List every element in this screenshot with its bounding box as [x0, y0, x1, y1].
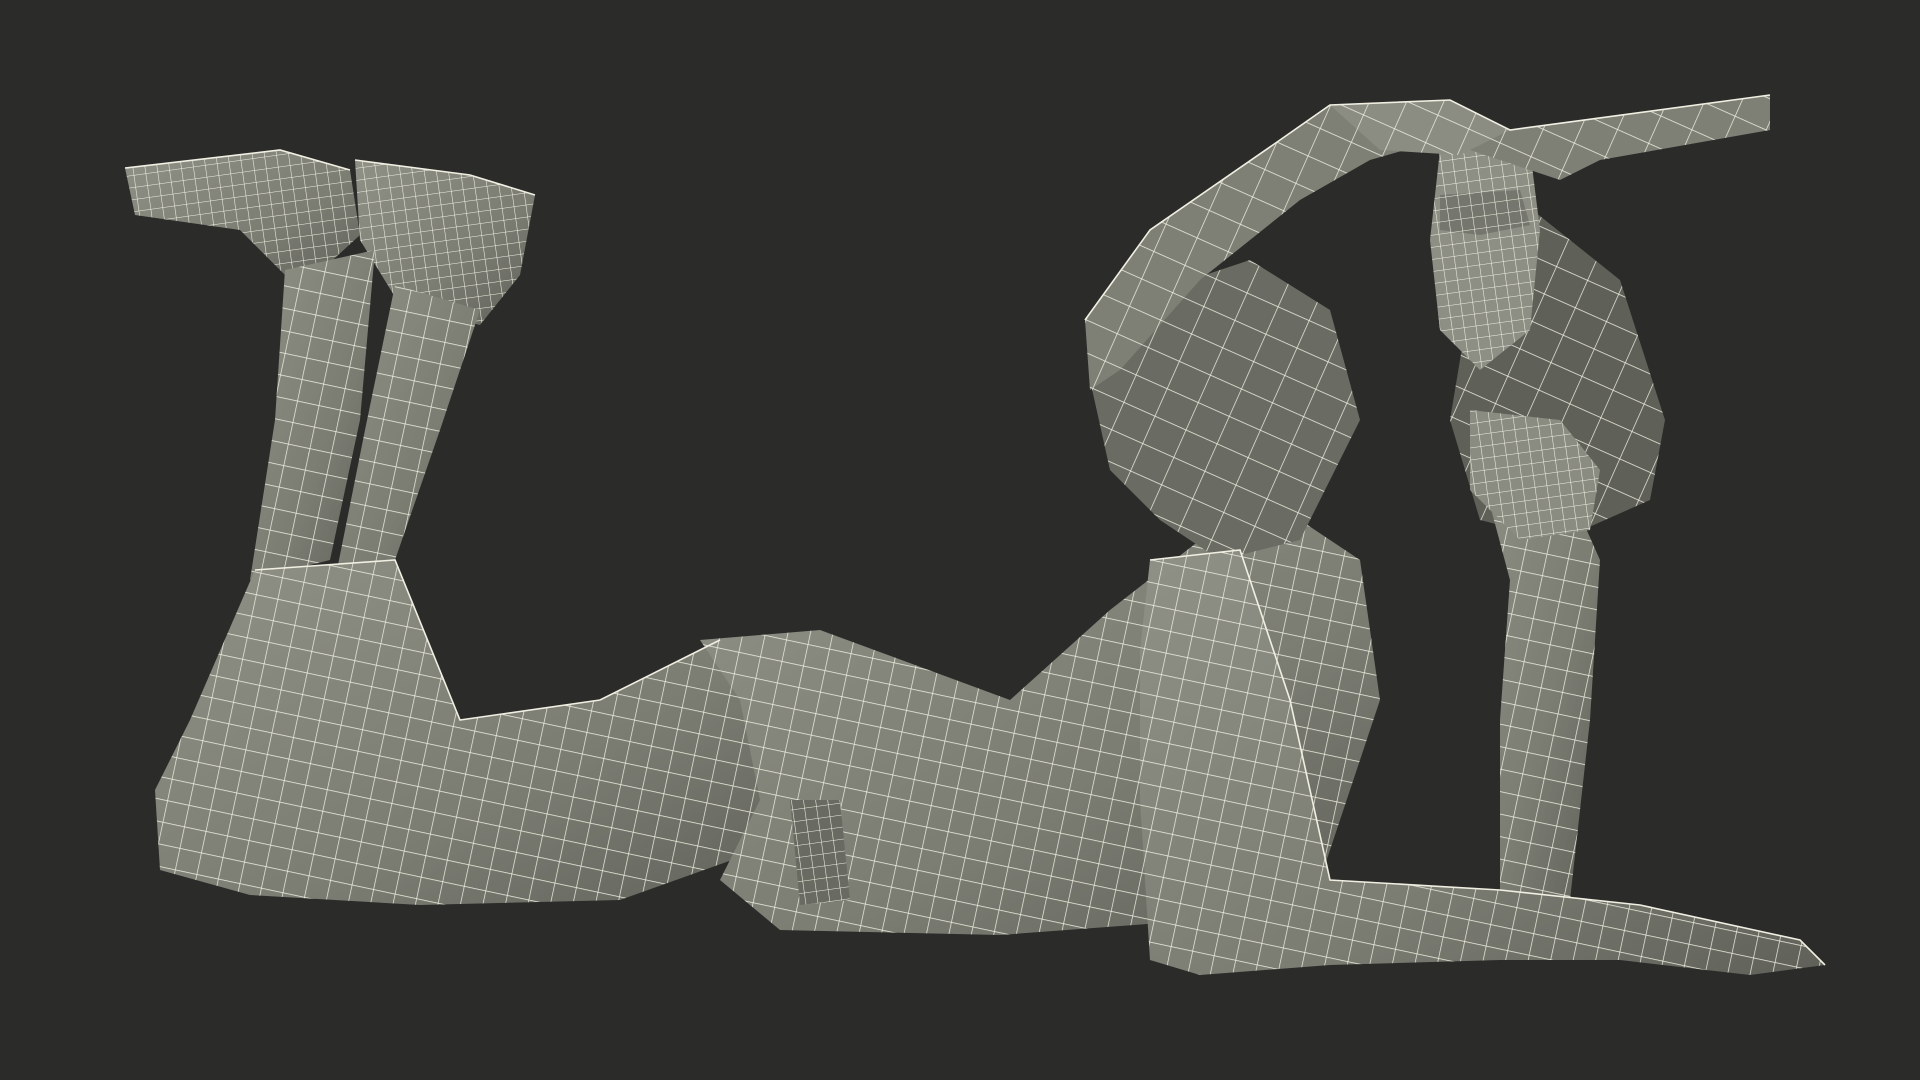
front-arm: [1140, 550, 1825, 975]
render-viewport: [0, 0, 1920, 1080]
wireframe-render: [124, 94, 1826, 975]
raised-arm: [1470, 410, 1600, 910]
upper-legs-hips: [155, 560, 820, 905]
